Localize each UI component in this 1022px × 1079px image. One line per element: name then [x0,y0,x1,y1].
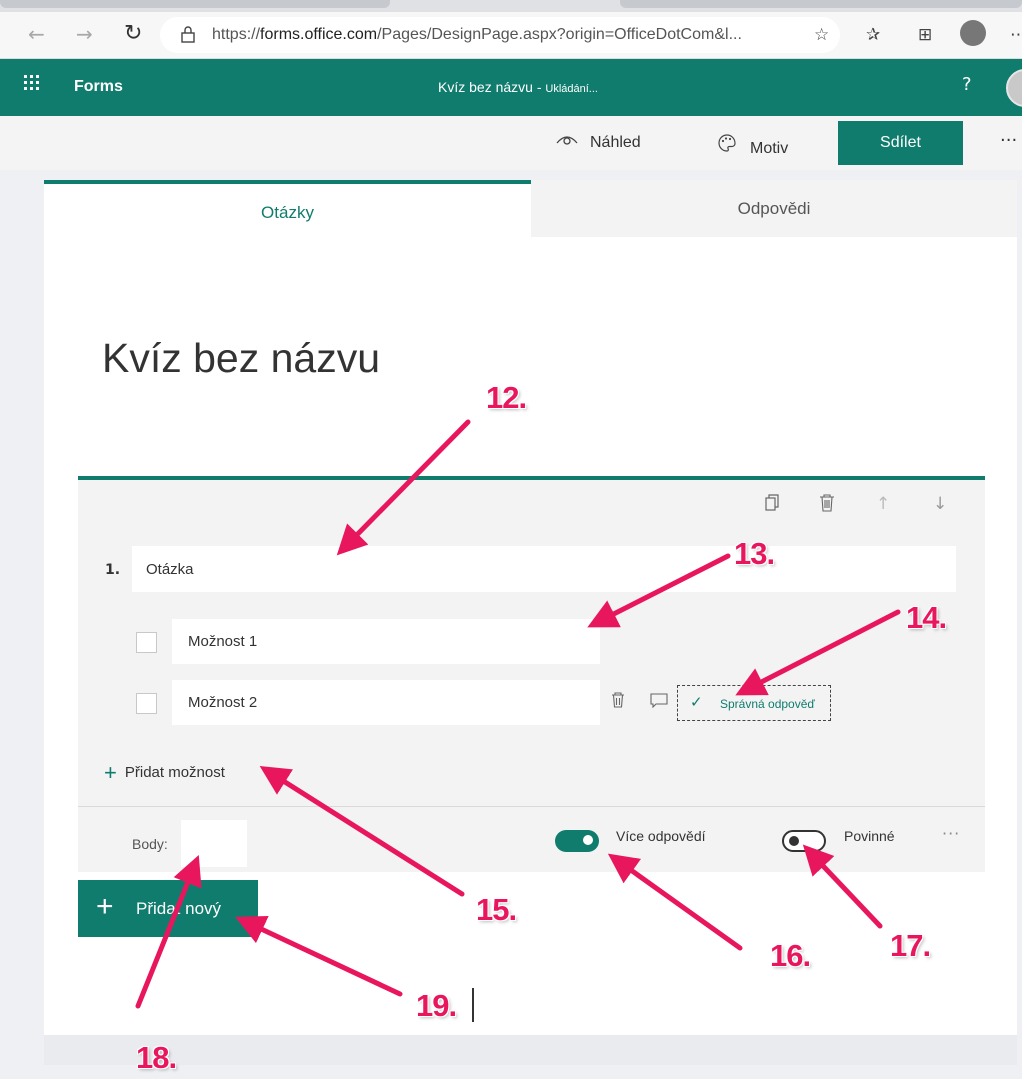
arrow-14 [735,609,901,696]
annotation-14: 14. [906,600,947,635]
annotation-17: 17. [890,928,931,963]
arrow-16 [607,853,743,951]
annotation-19: 19. [416,988,457,1023]
arrow-17 [802,844,883,929]
annotation-15: 15. [476,892,517,927]
text-cursor [472,988,474,1022]
arrow-15 [259,765,465,897]
arrow-19 [235,915,403,997]
annotation-12: 12. [486,380,527,415]
annotation-18: 18. [136,1040,177,1075]
arrow-18 [135,855,202,1009]
annotation-16: 16. [770,938,811,973]
annotation-13: 13. [734,536,775,571]
arrow-12 [336,419,471,556]
arrow-13 [587,553,731,628]
